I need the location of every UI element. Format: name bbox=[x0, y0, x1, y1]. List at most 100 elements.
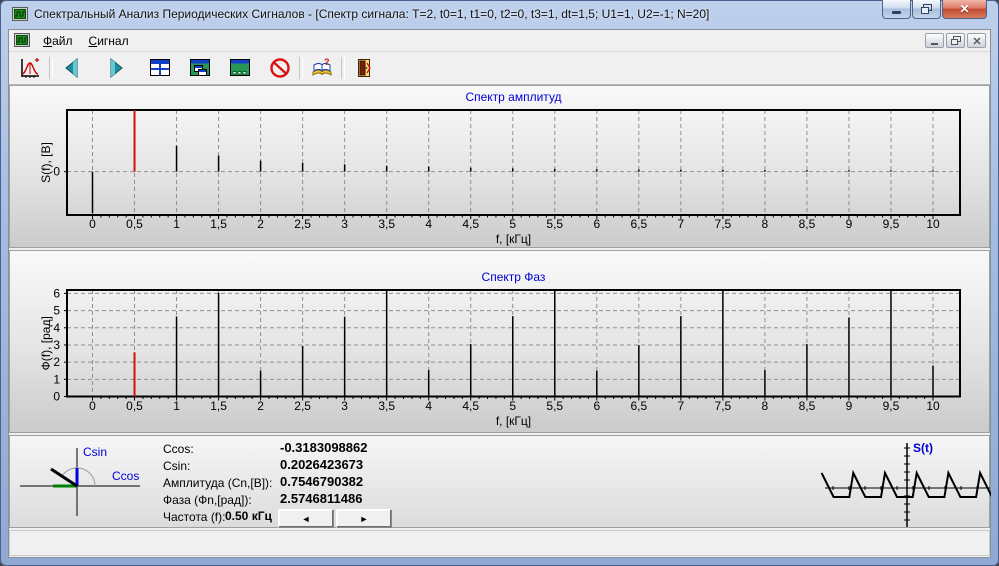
exit-button[interactable] bbox=[349, 55, 379, 81]
svg-text:9: 9 bbox=[846, 217, 853, 231]
svg-text:3: 3 bbox=[53, 338, 60, 352]
svg-text:7,5: 7,5 bbox=[715, 217, 732, 231]
svg-text:6: 6 bbox=[53, 286, 60, 300]
mdi-close-button[interactable] bbox=[967, 33, 986, 48]
ccos-label: Ccos: bbox=[163, 442, 194, 456]
frequency-value: 0.50 кГц bbox=[225, 509, 272, 523]
phase-spectrum-chart: 00,511,522,533,544,555,566,577,588,599,5… bbox=[10, 251, 989, 432]
title-bar[interactable]: Спектральный Анализ Периодических Сигнал… bbox=[0, 0, 999, 28]
svg-text:6: 6 bbox=[593, 217, 600, 231]
spectrum-plot-button[interactable] bbox=[15, 55, 45, 81]
svg-text:5,5: 5,5 bbox=[546, 399, 563, 413]
y-axis-label: Ф(f), [рад] bbox=[39, 316, 53, 370]
close-icon bbox=[973, 37, 981, 45]
maximize-button[interactable] bbox=[912, 0, 941, 19]
y-axis-label: S(f), [В] bbox=[39, 142, 53, 183]
svg-text:3: 3 bbox=[341, 217, 348, 231]
toolbar-separator bbox=[49, 57, 53, 79]
toolbar-separator bbox=[299, 57, 303, 79]
frequency-label: Частота (f): bbox=[163, 510, 225, 524]
ccos-axis-label: Ccos bbox=[112, 469, 139, 483]
svg-text:8,5: 8,5 bbox=[799, 217, 816, 231]
minimize-button[interactable] bbox=[882, 0, 911, 19]
svg-text:2,5: 2,5 bbox=[294, 217, 311, 231]
chart-title: Спектр амплитуд bbox=[465, 90, 561, 104]
client-area: Файл Сигнал bbox=[8, 29, 991, 558]
svg-text:6: 6 bbox=[593, 399, 600, 413]
restore-icon bbox=[951, 36, 961, 45]
phasor-vector bbox=[51, 469, 77, 486]
svg-text:2,5: 2,5 bbox=[294, 399, 311, 413]
chart-title: Спектр Фаз bbox=[482, 270, 546, 284]
menu-file[interactable]: Файл bbox=[35, 32, 81, 50]
svg-text:4: 4 bbox=[53, 321, 60, 335]
spectrum-plot-icon bbox=[18, 56, 42, 80]
restore-icon bbox=[921, 4, 932, 14]
svg-text:9,5: 9,5 bbox=[883, 399, 900, 413]
svg-text:9,5: 9,5 bbox=[883, 217, 900, 231]
svg-text:2: 2 bbox=[257, 399, 264, 413]
mdi-restore-button[interactable] bbox=[946, 33, 965, 48]
svg-text:?: ? bbox=[324, 57, 330, 67]
close-icon: ✕ bbox=[959, 3, 969, 15]
toolbar-separator bbox=[341, 57, 345, 79]
tile-windows-button[interactable] bbox=[145, 55, 175, 81]
svg-text:8: 8 bbox=[762, 399, 769, 413]
arrow-right-icon bbox=[105, 57, 127, 79]
amplitude-value: 0.7546790382 bbox=[280, 474, 363, 489]
arrow-left-icon bbox=[61, 57, 83, 79]
svg-text:2: 2 bbox=[257, 217, 264, 231]
help-button[interactable]: ? bbox=[307, 55, 337, 81]
svg-text:5: 5 bbox=[53, 304, 60, 318]
help-book-icon: ? bbox=[310, 56, 334, 80]
svg-text:0,5: 0,5 bbox=[126, 217, 143, 231]
svg-text:7: 7 bbox=[678, 217, 685, 231]
svg-text:4,5: 4,5 bbox=[462, 399, 479, 413]
mdi-minimize-button[interactable] bbox=[925, 33, 944, 48]
window-title: Спектральный Анализ Периодических Сигнал… bbox=[34, 7, 709, 21]
amplitude-spectrum-chart: 00,511,522,533,544,555,566,577,588,599,5… bbox=[10, 86, 989, 247]
oscilloscope-icon bbox=[12, 6, 28, 22]
prev-harmonic-button[interactable] bbox=[57, 55, 87, 81]
mdi-child-icon[interactable] bbox=[14, 32, 30, 48]
app-window: Спектральный Анализ Периодических Сигнал… bbox=[0, 0, 999, 566]
x-axis-label: f, [кГц] bbox=[496, 414, 531, 428]
close-all-button[interactable] bbox=[265, 55, 295, 81]
menu-signal[interactable]: Сигнал bbox=[81, 32, 137, 50]
minimize-all-windows-button[interactable] bbox=[225, 55, 255, 81]
csin-axis-label: Csin bbox=[83, 445, 107, 459]
phase-spectrum-panel: 00,511,522,533,544,555,566,577,588,599,5… bbox=[9, 250, 990, 433]
signal-preview-label: S(t) bbox=[913, 441, 933, 455]
ccos-value: -0.3183098862 bbox=[280, 440, 367, 455]
svg-text:3,5: 3,5 bbox=[378, 217, 395, 231]
exit-door-icon bbox=[353, 57, 375, 79]
minimize-all-icon bbox=[228, 56, 252, 80]
csin-value: 0.2026423673 bbox=[280, 457, 363, 472]
svg-text:0: 0 bbox=[53, 390, 60, 404]
svg-text:5: 5 bbox=[509, 399, 516, 413]
phase-value: 2.5746811486 bbox=[280, 491, 362, 506]
close-button[interactable]: ✕ bbox=[942, 0, 987, 19]
svg-text:6,5: 6,5 bbox=[630, 399, 647, 413]
svg-text:0: 0 bbox=[89, 399, 96, 413]
cascade-windows-icon bbox=[188, 56, 212, 80]
svg-text:1,5: 1,5 bbox=[210, 399, 227, 413]
tile-windows-icon bbox=[148, 56, 172, 80]
svg-text:1: 1 bbox=[173, 399, 180, 413]
svg-text:0: 0 bbox=[89, 217, 96, 231]
x-axis-label: f, [кГц] bbox=[496, 232, 531, 246]
svg-text:6,5: 6,5 bbox=[630, 217, 647, 231]
prev-harmonic-nav-button[interactable]: ◄ bbox=[278, 509, 334, 528]
cascade-windows-button[interactable] bbox=[185, 55, 215, 81]
svg-text:1: 1 bbox=[53, 372, 60, 386]
next-harmonic-button[interactable] bbox=[101, 55, 131, 81]
toolbar: ? bbox=[9, 52, 990, 85]
svg-text:4,5: 4,5 bbox=[462, 217, 479, 231]
phase-label: Фаза (Фn,[рад]): bbox=[163, 493, 252, 507]
next-harmonic-nav-button[interactable]: ► bbox=[336, 509, 392, 528]
minimize-icon bbox=[892, 11, 901, 14]
svg-text:4: 4 bbox=[425, 399, 432, 413]
svg-text:10: 10 bbox=[926, 217, 940, 231]
harmonic-info-panel: CsinCcos Ccos: Csin: Амплитуда (Cn,[В]):… bbox=[9, 435, 990, 528]
minimize-icon bbox=[931, 43, 938, 45]
